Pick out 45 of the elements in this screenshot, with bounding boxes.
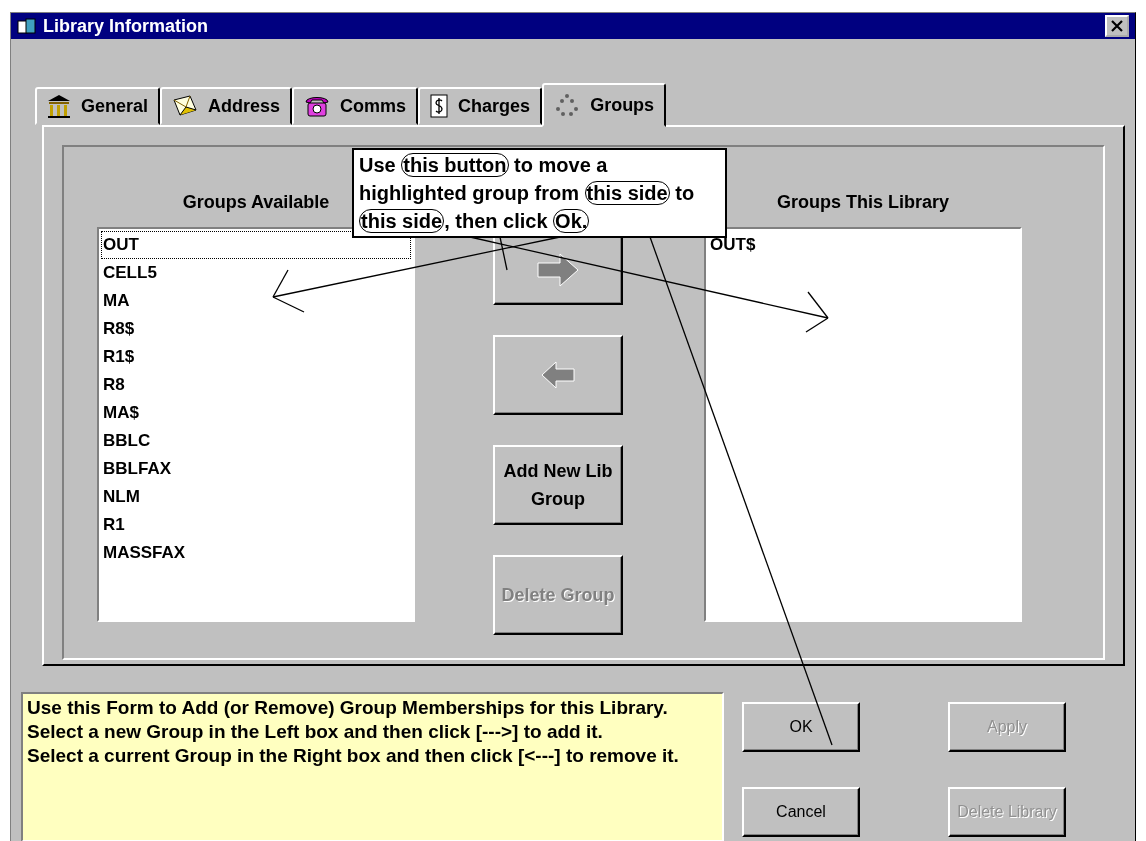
columns-icon bbox=[47, 94, 71, 119]
group-button[interactable]: Add New Lib Group bbox=[493, 445, 623, 526]
tab-label: General bbox=[81, 95, 149, 117]
close-button[interactable] bbox=[1105, 15, 1129, 38]
list-item[interactable]: R1$ bbox=[101, 343, 411, 372]
list-item[interactable]: R1 bbox=[101, 511, 411, 540]
help-text: Use this Form to Add (or Remove) Group Memberships for this Library. bbox=[27, 696, 669, 720]
list-item[interactable]: BBLFAX bbox=[101, 455, 411, 484]
arrow-right-icon bbox=[536, 252, 580, 289]
list-item[interactable]: MA$ bbox=[101, 399, 411, 428]
library-groups-list[interactable]: OUT$ bbox=[704, 227, 1022, 623]
close-icon bbox=[1111, 20, 1123, 33]
available-groups-list[interactable]: OUT CELL5 MA R8$ R1$ R8 MA$ BBLC BBLFAX NLM R1 MASSFAX bbox=[97, 227, 415, 623]
envelope-icon bbox=[172, 94, 199, 119]
arrow-left-icon bbox=[540, 360, 576, 391]
tab[interactable]: Address bbox=[160, 87, 293, 126]
list-item[interactable]: MASSFAX bbox=[101, 539, 411, 568]
tab-label: Groups bbox=[590, 94, 655, 116]
list-item[interactable]: BBLC bbox=[101, 427, 411, 456]
dialog-button[interactable]: Cancel bbox=[742, 787, 860, 837]
list-item[interactable]: MA bbox=[101, 287, 411, 316]
callout-text: Use this button to move a highlighted group from this side to this side, then click Ok. bbox=[352, 148, 727, 238]
tab[interactable]: Comms bbox=[292, 87, 419, 126]
move-left-button[interactable] bbox=[493, 335, 623, 416]
tab[interactable]: General bbox=[35, 87, 161, 126]
tab-label: Charges bbox=[458, 95, 531, 117]
list-item[interactable]: R8$ bbox=[101, 315, 411, 344]
move-right-button[interactable] bbox=[493, 235, 623, 306]
tab[interactable]: Charges bbox=[418, 87, 543, 126]
help-text: Select a current Group in the Right box and then click [<---] to remove it. bbox=[27, 744, 680, 768]
list-item[interactable]: CELL5 bbox=[101, 259, 411, 288]
tab[interactable]: Groups bbox=[542, 83, 667, 128]
telephone-icon bbox=[304, 94, 331, 119]
dialog-button[interactable]: OK bbox=[742, 702, 860, 752]
window-app-icon bbox=[17, 17, 37, 36]
dots-icon bbox=[554, 93, 581, 118]
tab-label: Address bbox=[208, 95, 281, 117]
dollar-icon bbox=[430, 94, 449, 119]
window-title: Library Information bbox=[43, 15, 209, 37]
list-item[interactable]: NLM bbox=[101, 483, 411, 512]
tab-label: Comms bbox=[340, 95, 407, 117]
list-heading: Groups This Library bbox=[777, 190, 949, 214]
list-item[interactable]: R8 bbox=[101, 371, 411, 400]
list-heading: Groups Available bbox=[182, 190, 330, 214]
help-text: Select a new Group in the Left box and then click [--->] to add it. bbox=[27, 720, 604, 744]
